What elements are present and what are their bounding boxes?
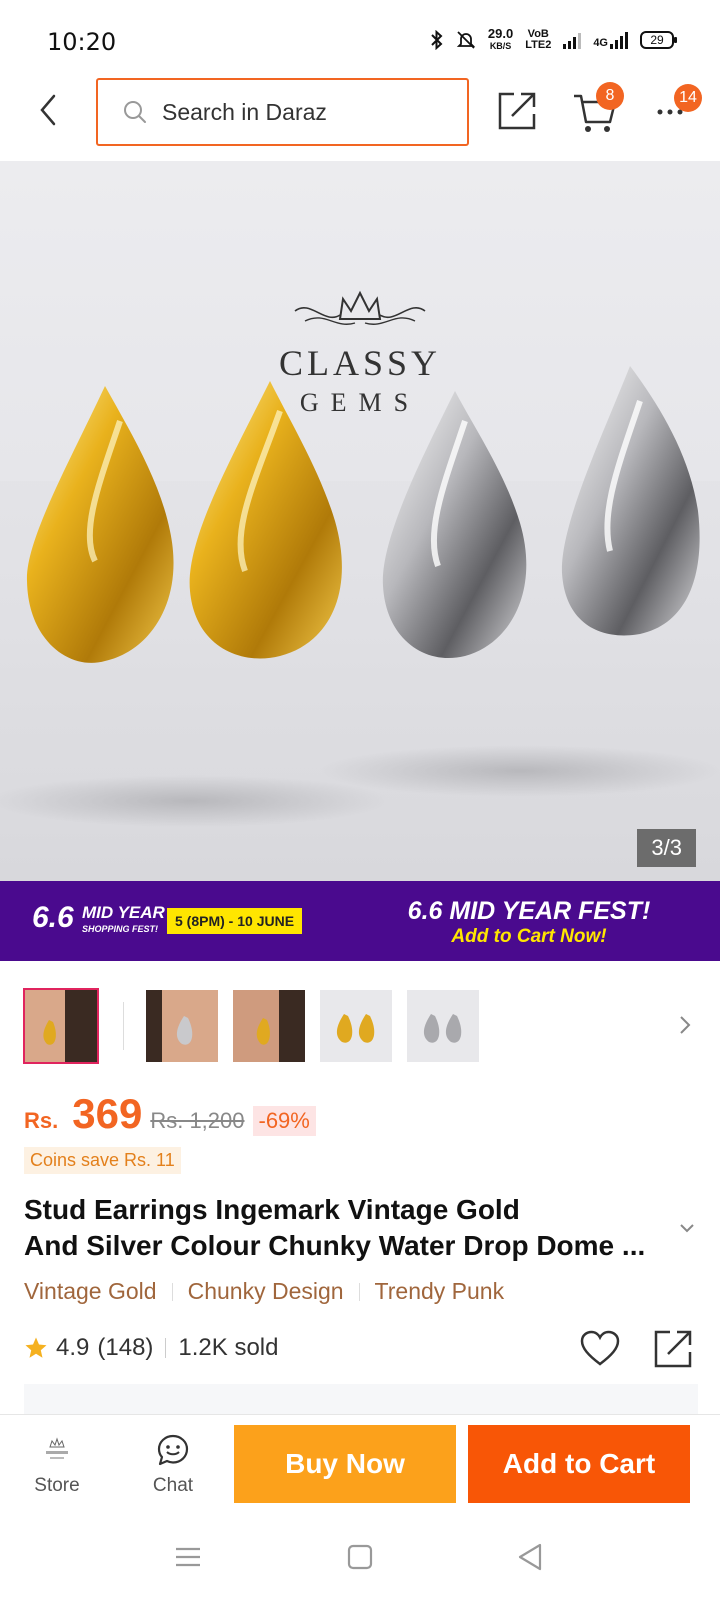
price-value: 369 <box>72 1090 143 1137</box>
thumbnail-2[interactable] <box>146 990 218 1062</box>
promo-mini-label: MID YEAR SHOPPING FEST! <box>82 903 165 934</box>
rating-row[interactable]: 4.9 (148) 1.2K sold <box>24 1334 278 1362</box>
discount-badge: -69% <box>252 1106 316 1136</box>
delivery-info-peek <box>24 1384 698 1414</box>
product-tags: Vintage Gold Chunky Design Trendy Punk <box>24 1278 504 1305</box>
rating-count: (148) <box>97 1334 154 1361</box>
signal-1-icon <box>563 31 582 49</box>
volte-indicator: VoB LTE2 <box>525 28 552 51</box>
earrings-image <box>0 366 720 827</box>
search-placeholder: Search in Daraz <box>162 98 327 125</box>
battery-icon: 29 <box>640 31 677 49</box>
chevron-right-icon[interactable] <box>676 1010 696 1040</box>
mute-bell-icon <box>456 31 476 49</box>
price-row: Rs. 369 Rs. 1,200 -69% <box>24 1090 316 1140</box>
promo-date: 5 (8PM) - 10 JUNE <box>167 908 303 934</box>
star-icon <box>25 1337 47 1358</box>
promo-headline: 6.6 MID YEAR FEST! Add to Cart Now! <box>407 897 651 947</box>
search-input[interactable]: Search in Daraz <box>96 78 469 146</box>
promo-banner[interactable]: 6.6 MID YEAR SHOPPING FEST! 5 (8PM) - 10… <box>0 881 720 961</box>
thumbnail-3[interactable] <box>233 990 305 1062</box>
more-badge: 14 <box>674 84 702 112</box>
store-label: Store <box>34 1475 80 1496</box>
tag-item[interactable]: Chunky Design <box>188 1278 344 1305</box>
thumbnail-4[interactable] <box>320 990 392 1062</box>
store-button[interactable]: Store <box>26 1433 88 1497</box>
top-nav: Search in Daraz 8 14 <box>0 76 720 160</box>
add-to-cart-button[interactable]: Add to Cart <box>468 1425 690 1503</box>
buy-now-button[interactable]: Buy Now <box>234 1425 456 1503</box>
bluetooth-icon <box>431 30 443 50</box>
product-image[interactable]: CLASSY GEMS 3/3 <box>0 161 720 881</box>
thumbnail-strip <box>0 988 720 1068</box>
price-currency: Rs. <box>24 1108 59 1133</box>
image-counter: 3/3 <box>637 829 696 867</box>
chat-label: Chat <box>152 1475 194 1496</box>
tag-item[interactable]: Trendy Punk <box>375 1278 505 1305</box>
back-arrow-icon[interactable] <box>30 90 70 130</box>
back-triangle-icon[interactable] <box>512 1540 548 1574</box>
thumbnail-1[interactable] <box>23 988 99 1064</box>
chat-icon <box>157 1434 189 1466</box>
menu-icon[interactable] <box>170 1540 206 1574</box>
thumbnail-5[interactable] <box>407 990 479 1062</box>
heart-icon[interactable] <box>580 1330 620 1368</box>
promo-big-label: 6.6 <box>32 901 74 934</box>
more-button[interactable]: 14 <box>654 84 702 128</box>
original-price: Rs. 1,200 <box>150 1108 245 1133</box>
cart-button[interactable]: 8 <box>572 82 624 134</box>
status-icons: 29.0 KB/S VoB LTE2 4G 29 <box>430 26 677 52</box>
status-time: 10:20 <box>47 28 117 56</box>
product-title[interactable]: Stud Earrings Ingemark Vintage Gold And … <box>24 1192 674 1264</box>
coins-save-badge: Coins save Rs. 11 <box>24 1147 181 1174</box>
home-square-icon[interactable] <box>342 1540 378 1574</box>
sold-count: 1.2K sold <box>178 1334 279 1361</box>
signal-2-icon: 4G <box>593 31 628 49</box>
status-bar: 10:20 29.0 KB/S VoB LTE2 4G 29 <box>0 0 720 80</box>
cart-badge: 8 <box>596 82 624 110</box>
chat-button[interactable]: Chat <box>142 1433 204 1497</box>
rating-value: 4.9 <box>56 1334 90 1361</box>
tag-item[interactable]: Vintage Gold <box>24 1278 157 1305</box>
bottom-action-bar: Store Chat Buy Now Add to Cart <box>0 1414 720 1514</box>
network-speed: 29.0 KB/S <box>487 26 514 51</box>
chevron-down-icon[interactable] <box>676 1220 698 1236</box>
search-icon <box>124 101 146 123</box>
share-icon[interactable] <box>652 1328 694 1370</box>
system-navigation-bar <box>0 1514 720 1600</box>
store-logo-icon <box>46 1437 68 1459</box>
share-icon[interactable] <box>496 90 538 132</box>
